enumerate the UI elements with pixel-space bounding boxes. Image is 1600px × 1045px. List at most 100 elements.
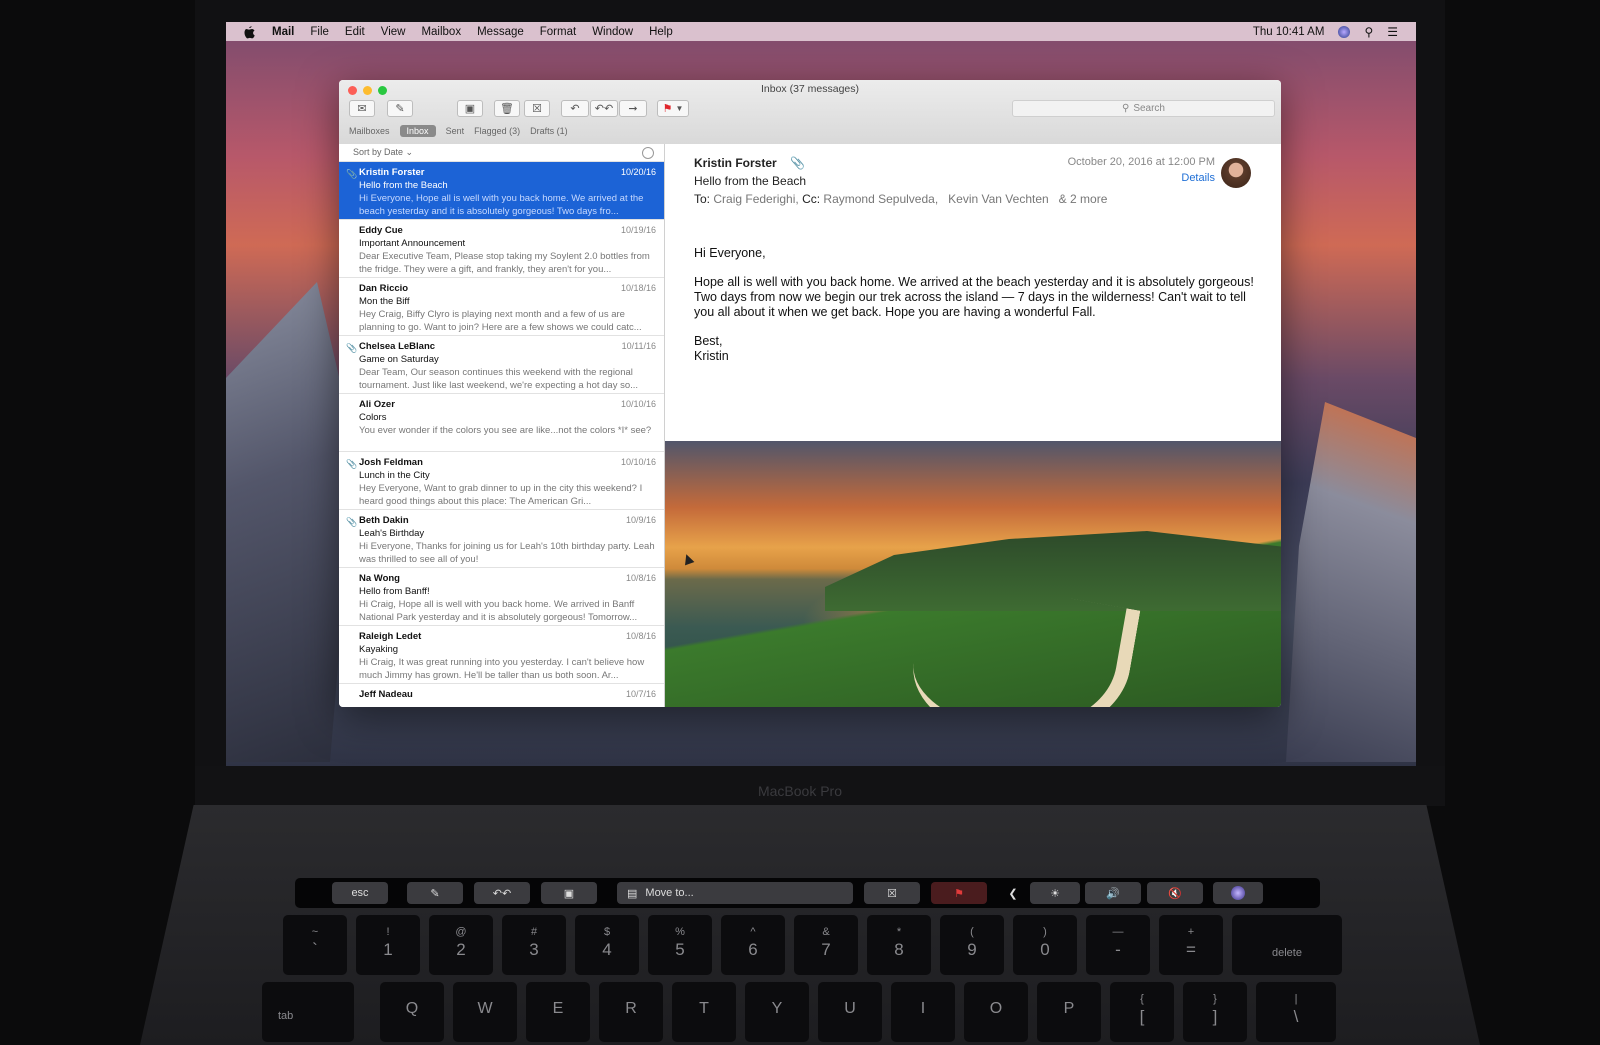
- list-item[interactable]: Dan Riccio Mon the Biff Hey Craig, Biffy…: [339, 278, 664, 336]
- delete-button[interactable]: 🗑: [494, 100, 520, 117]
- favorite-drafts[interactable]: Drafts (1): [530, 126, 568, 136]
- body-greeting: Hi Everyone,: [694, 246, 766, 260]
- archive-button[interactable]: ▣: [457, 100, 483, 117]
- menu-format[interactable]: Format: [540, 26, 576, 38]
- touchbar-flag-button[interactable]: ⚑: [931, 882, 987, 904]
- menu-edit[interactable]: Edit: [345, 26, 365, 38]
- apple-menu-icon[interactable]: [242, 25, 256, 39]
- key-r[interactable]: R: [599, 982, 663, 1042]
- touchbar-archive-button[interactable]: ▣: [541, 882, 597, 904]
- get-mail-button[interactable]: ✉: [349, 100, 375, 117]
- key-u[interactable]: U: [818, 982, 882, 1042]
- touchbar-compose-button[interactable]: ✎: [407, 882, 463, 904]
- key-tab[interactable]: tab: [262, 982, 354, 1042]
- list-item[interactable]: Jeff Nadeau 10/7/16: [339, 684, 664, 707]
- key-y[interactable]: Y: [745, 982, 809, 1042]
- message-preview: Hey Everyone, Want to grab dinner to up …: [359, 483, 643, 507]
- menu-mailbox[interactable]: Mailbox: [421, 26, 461, 38]
- cc-recipients[interactable]: Raymond Sepulveda, Kevin Van Vechten & 2…: [823, 192, 1107, 206]
- key-o[interactable]: O: [964, 982, 1028, 1042]
- touchbar-move-to-button[interactable]: ▤ Move to...: [617, 882, 853, 904]
- touchbar-mute-button[interactable]: 🔇: [1147, 882, 1203, 904]
- menubar-clock[interactable]: Thu 10:41 AM: [1253, 26, 1325, 38]
- reading-pane: Kristin Forster 📎 Hello from the Beach T…: [665, 144, 1281, 707]
- reply-button[interactable]: ↶: [561, 100, 589, 117]
- key-8[interactable]: * 8: [867, 915, 931, 975]
- attachment-icon: 📎: [346, 517, 358, 527]
- laptop-brand-label: MacBook Pro: [757, 783, 843, 799]
- key-4[interactable]: $4: [575, 915, 639, 975]
- key-1[interactable]: ! 1: [356, 915, 420, 975]
- key-p[interactable]: P: [1037, 982, 1101, 1042]
- forward-button[interactable]: ➞: [619, 100, 647, 117]
- key-9[interactable]: (9: [940, 915, 1004, 975]
- touchbar-junk-button[interactable]: ☒: [864, 882, 920, 904]
- list-item[interactable]: Na Wong Hello from Banff! Hi Craig, Hope…: [339, 568, 664, 626]
- key-label: 2: [456, 940, 466, 959]
- menu-view[interactable]: View: [381, 26, 406, 38]
- key-5[interactable]: % 5: [648, 915, 712, 975]
- key-t[interactable]: T: [672, 982, 736, 1042]
- reply-all-button[interactable]: ↶↶: [590, 100, 618, 117]
- touchbar-siri-button[interactable]: [1213, 882, 1263, 904]
- key-backtick[interactable]: ~ `: [283, 915, 347, 975]
- message-subject: Important Announcement: [359, 238, 466, 249]
- key-2[interactable]: @2: [429, 915, 493, 975]
- to-label: To:: [694, 192, 711, 206]
- touchbar-reply-all-button[interactable]: ↶↶: [474, 882, 530, 904]
- menu-message[interactable]: Message: [477, 26, 524, 38]
- key-3[interactable]: #3: [502, 915, 566, 975]
- details-link[interactable]: Details: [1181, 172, 1215, 184]
- list-item[interactable]: 📎 Chelsea LeBlanc Game on Saturday Dear …: [339, 336, 664, 394]
- key-i[interactable]: I: [891, 982, 955, 1042]
- touchbar-collapse-button[interactable]: ❮: [1003, 882, 1023, 904]
- touchbar-brightness-button[interactable]: ☀: [1030, 882, 1080, 904]
- key-0[interactable]: ) 0: [1013, 915, 1077, 975]
- favorite-flagged[interactable]: Flagged (3): [474, 126, 520, 136]
- key-left-bracket[interactable]: {[: [1110, 982, 1174, 1042]
- favorite-sent[interactable]: Sent: [446, 126, 465, 136]
- flag-icon: ⚑: [954, 887, 964, 900]
- touchbar-volume-button[interactable]: 🔊: [1085, 882, 1141, 904]
- header-sender: Kristin Forster: [694, 156, 777, 170]
- menu-bar: Mail File Edit View Mailbox Message Form…: [226, 22, 1416, 41]
- sort-by-date-button[interactable]: Sort by Date ⌄: [353, 147, 413, 158]
- key-backslash[interactable]: | \: [1256, 982, 1336, 1042]
- search-field[interactable]: ⚲ Search: [1012, 100, 1275, 117]
- menu-help[interactable]: Help: [649, 26, 673, 38]
- key-7[interactable]: & 7: [794, 915, 858, 975]
- message-date: 10/10/16: [620, 399, 656, 409]
- key-right-bracket[interactable]: }]: [1183, 982, 1247, 1042]
- key-6[interactable]: ^ 6: [721, 915, 785, 975]
- favorite-inbox[interactable]: Inbox: [399, 125, 436, 137]
- list-item[interactable]: Raleigh Ledet Kayaking Hi Craig, It was …: [339, 626, 664, 684]
- filter-icon[interactable]: [642, 147, 654, 159]
- favorites-bar: Mailboxes Inbox Sent Flagged (3) Drafts …: [349, 125, 568, 137]
- list-item[interactable]: Eddy Cue Important Announcement Dear Exe…: [339, 220, 664, 278]
- key-minus[interactable]: — -: [1086, 915, 1150, 975]
- flag-button[interactable]: ⚑ ▼: [657, 100, 689, 117]
- key-q[interactable]: Q: [380, 982, 444, 1042]
- notification-center-icon[interactable]: ☰: [1387, 25, 1398, 39]
- list-item[interactable]: 📎 Kristin Forster Hello from the Beach H…: [339, 162, 664, 220]
- spotlight-icon[interactable]: ⚲: [1364, 25, 1373, 39]
- compose-button[interactable]: ✎: [387, 100, 413, 117]
- menu-window[interactable]: Window: [592, 26, 633, 38]
- menu-app-mail[interactable]: Mail: [272, 26, 294, 38]
- message-preview: Hi Craig, It was great running into you …: [359, 657, 645, 681]
- touchbar-esc-key[interactable]: esc: [332, 882, 388, 904]
- to-recipient[interactable]: Craig Federighi,: [713, 192, 798, 206]
- beach-photo-attachment[interactable]: [665, 441, 1281, 707]
- list-item[interactable]: 📎 Josh Feldman Lunch in the City Hey Eve…: [339, 452, 664, 510]
- key-delete[interactable]: delete: [1232, 915, 1342, 975]
- key-equals[interactable]: + =: [1159, 915, 1223, 975]
- siri-icon[interactable]: [1338, 25, 1351, 38]
- list-item[interactable]: 📎 Beth Dakin Leah's Birthday Hi Everyone…: [339, 510, 664, 568]
- list-item[interactable]: Ali Ozer Colors You ever wonder if the c…: [339, 394, 664, 452]
- mailboxes-button[interactable]: Mailboxes: [349, 126, 390, 136]
- key-w[interactable]: W: [453, 982, 517, 1042]
- junk-button[interactable]: ☒: [524, 100, 550, 117]
- message-preview: Hey Craig, Biffy Clyro is playing next m…: [359, 309, 642, 333]
- menu-file[interactable]: File: [310, 26, 329, 38]
- key-e[interactable]: E: [526, 982, 590, 1042]
